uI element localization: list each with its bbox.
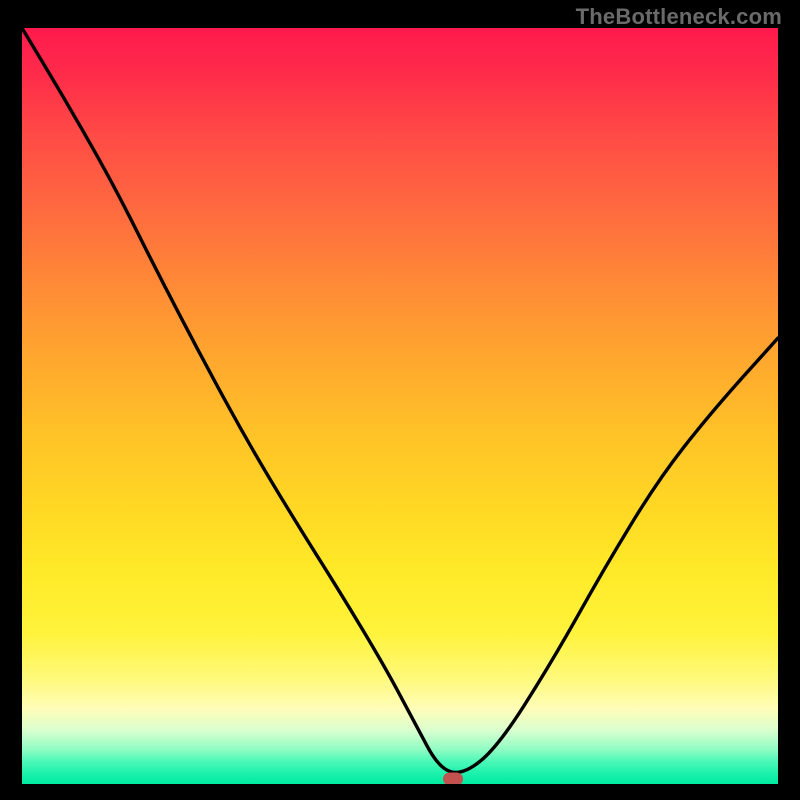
bottleneck-curve [22,28,778,784]
plot-area [22,28,778,784]
optimal-marker [443,773,463,784]
watermark-text: TheBottleneck.com [576,4,782,30]
chart-frame: TheBottleneck.com [0,0,800,800]
curve-path [22,28,778,772]
